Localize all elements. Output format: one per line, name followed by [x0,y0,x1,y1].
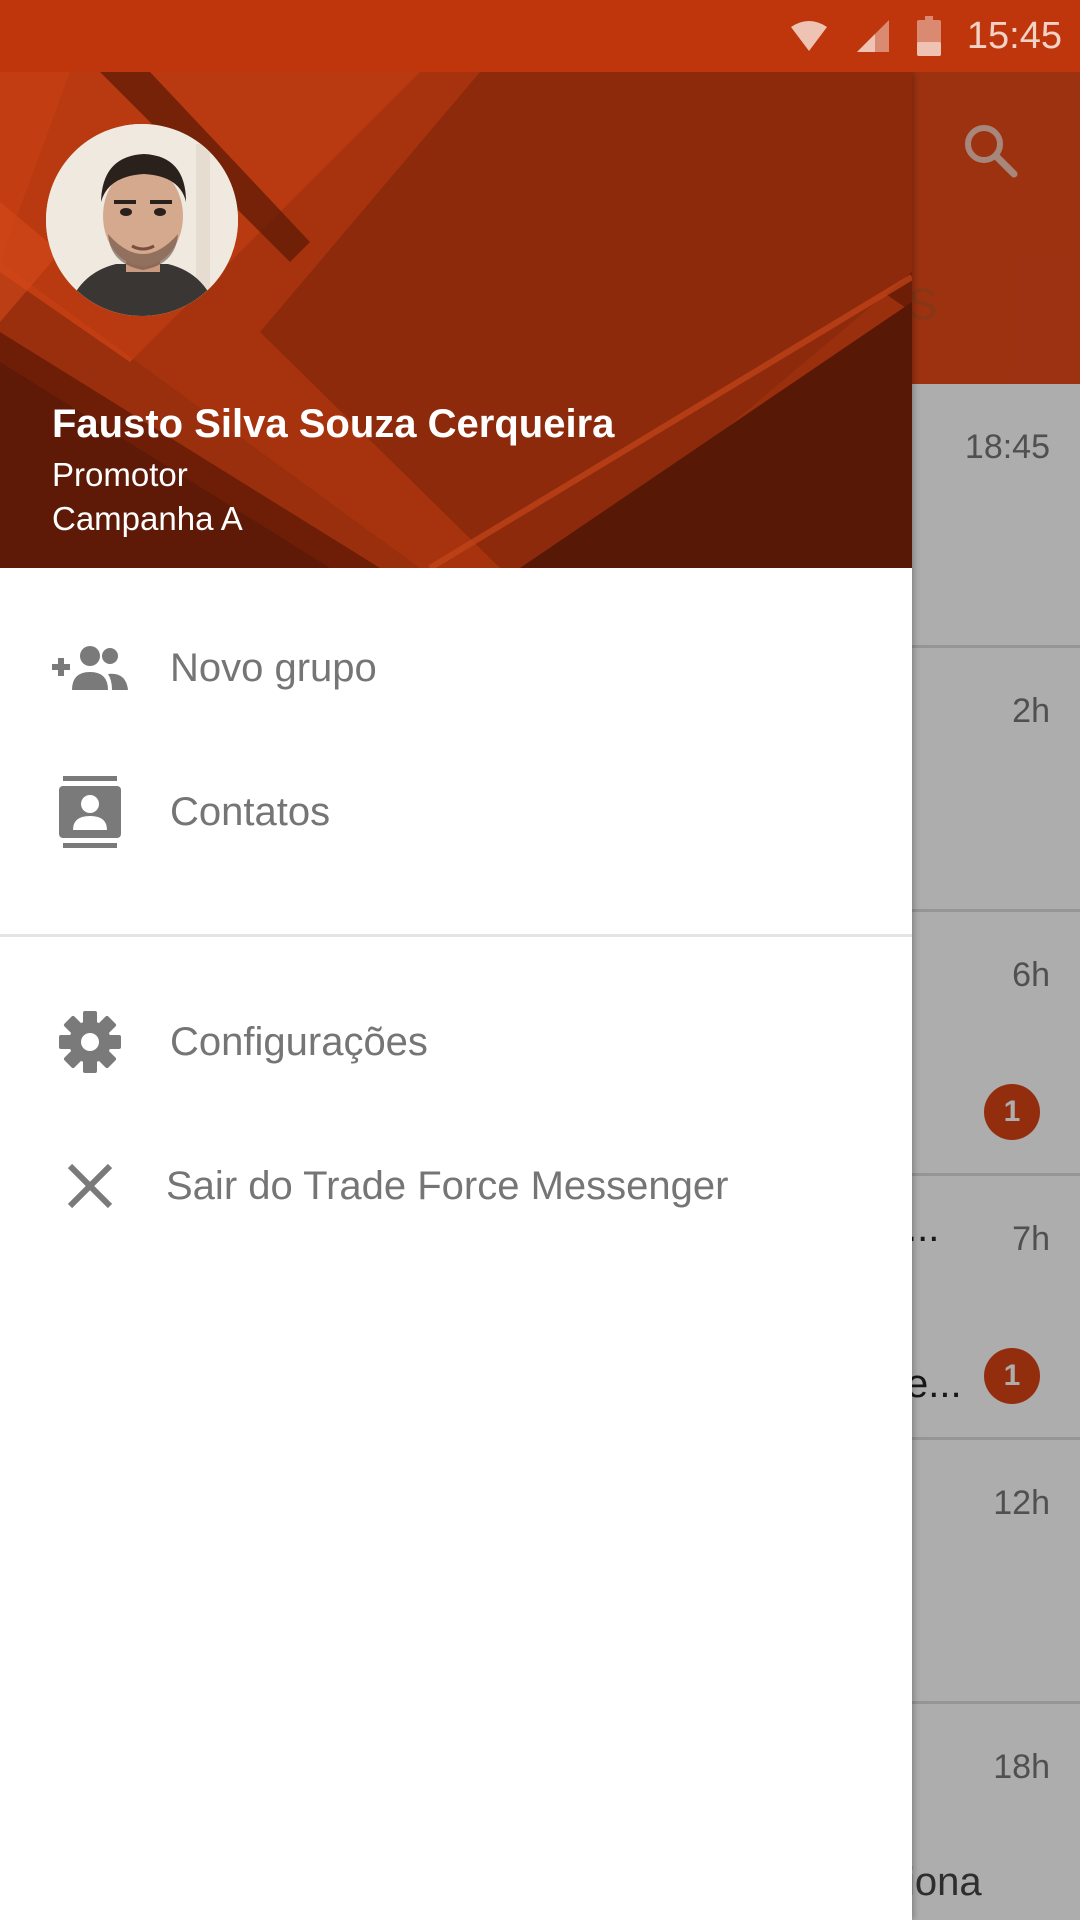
menu-label: Contatos [170,789,331,834]
menu-label: Configurações [170,1019,428,1064]
menu-divider [0,934,912,937]
gear-icon [52,1004,128,1080]
avatar[interactable] [46,124,238,316]
add-group-icon [52,630,128,706]
menu-label: Sair do Trade Force Messenger [166,1163,729,1208]
navigation-drawer: Fausto Silva Souza Cerqueira Promotor Ca… [0,72,912,1920]
profile-name: Fausto Silva Souza Cerqueira [52,402,615,446]
menu-label: Novo grupo [170,645,377,690]
signal-icon [855,18,891,54]
close-icon [52,1148,128,1224]
wifi-icon [789,19,829,53]
menu-item-new-group[interactable]: Novo grupo [0,596,912,740]
contacts-icon [52,774,128,850]
profile-role: Promotor [52,456,188,493]
status-time: 15:45 [966,14,1062,57]
menu-item-settings[interactable]: Configurações [0,970,912,1114]
menu-item-logout[interactable]: Sair do Trade Force Messenger [0,1114,912,1258]
status-bar: 15:45 [0,0,1080,72]
battery-icon [916,16,941,56]
profile-campaign: Campanha A [52,500,243,537]
screen: 15:45 S 18:45 2h 6h 1 7h ... 1 e... 12h … [0,0,1080,1920]
menu-item-contacts[interactable]: Contatos [0,740,912,884]
drawer-header: Fausto Silva Souza Cerqueira Promotor Ca… [0,72,912,568]
